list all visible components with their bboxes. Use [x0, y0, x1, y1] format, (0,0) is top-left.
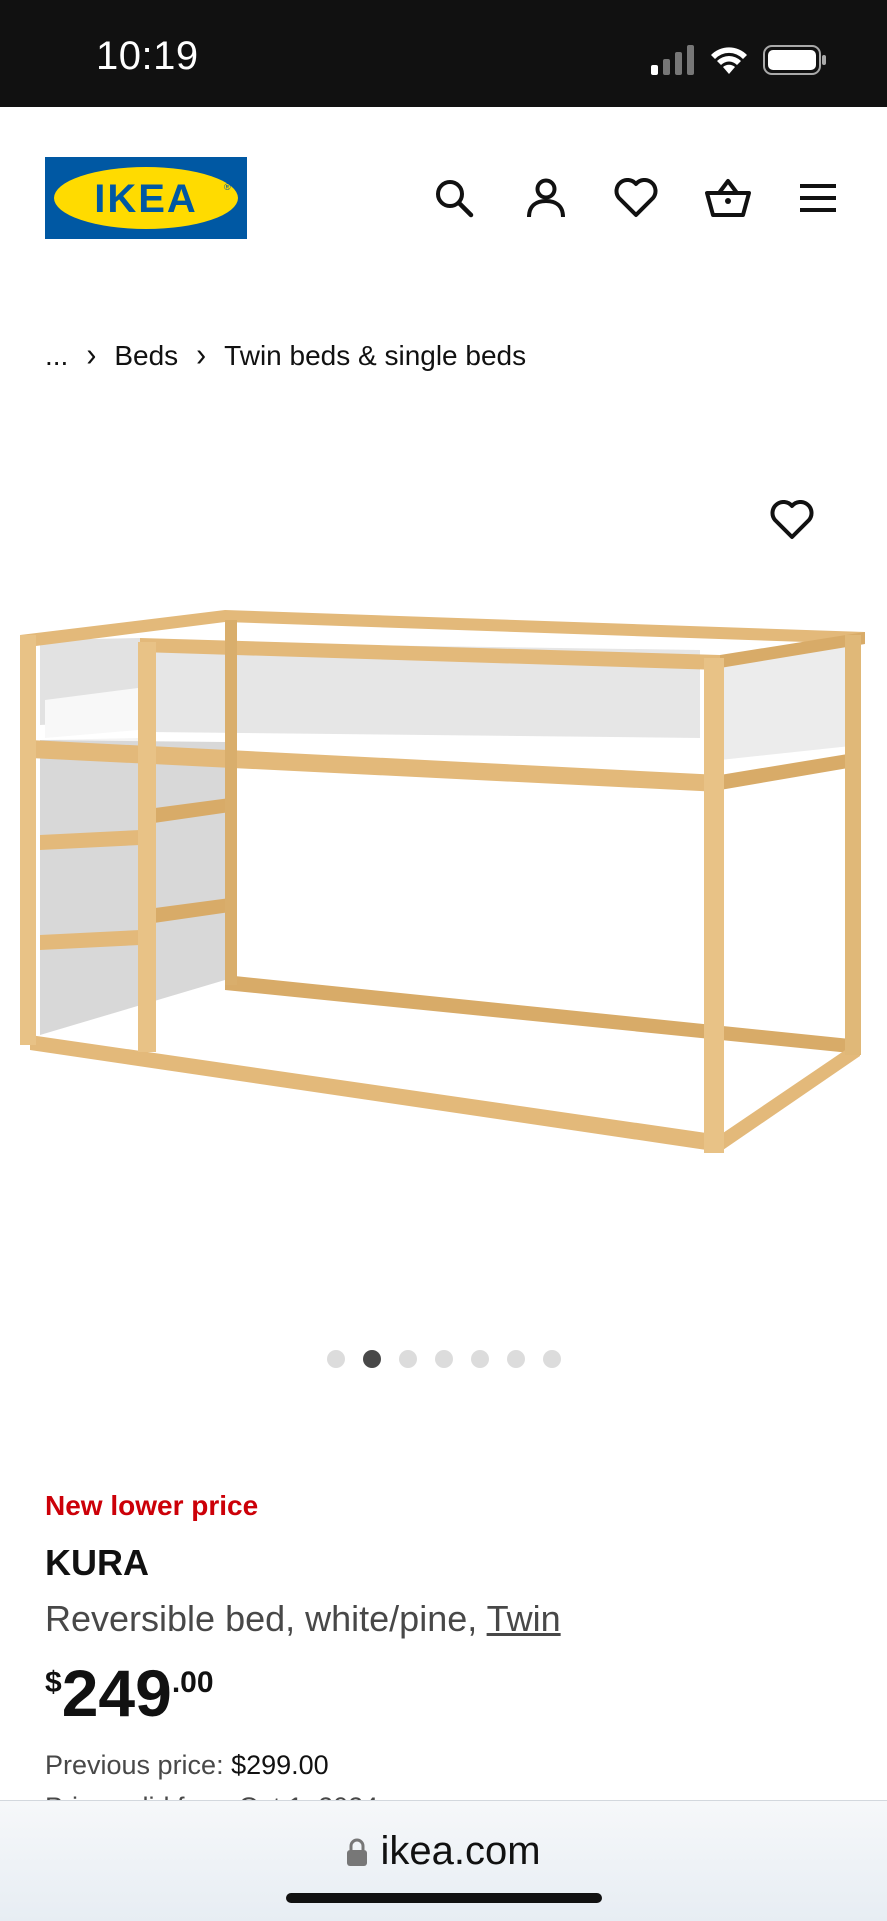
image-carousel-dots [0, 1350, 887, 1368]
url-text: ikea.com [380, 1829, 541, 1873]
cellular-signal-icon [651, 45, 694, 75]
product-description-text: Reversible bed, white/pine, [45, 1598, 487, 1639]
battery-icon [763, 45, 826, 75]
status-bar: 10:19 [0, 0, 887, 107]
account-icon[interactable] [520, 172, 572, 224]
svg-text:®: ® [224, 182, 231, 192]
previous-price-label: Previous price: [45, 1750, 232, 1780]
ikea-logo[interactable]: IKEA ® [45, 157, 247, 239]
browser-address-bar: ikea.com [0, 1800, 887, 1921]
cart-icon[interactable] [702, 172, 754, 224]
previous-price-amount: $299.00 [231, 1750, 329, 1780]
product-price: $249.00 [45, 1660, 214, 1726]
carousel-dot[interactable] [506, 1350, 525, 1368]
previous-price: Previous price: $299.00 [45, 1750, 329, 1781]
price-decimal: .00 [171, 1666, 214, 1699]
price-currency: $ [45, 1666, 62, 1699]
price-badge: New lower price [45, 1490, 259, 1521]
breadcrumb-item-beds[interactable]: Beds [114, 340, 178, 372]
product-description: Reversible bed, white/pine, Twin [45, 1598, 561, 1640]
wishlist-icon[interactable] [610, 172, 662, 224]
add-to-wishlist-heart-icon[interactable] [770, 500, 822, 552]
breadcrumb-item-twin-beds[interactable]: Twin beds & single beds [224, 340, 526, 372]
lock-icon [347, 1838, 368, 1866]
carousel-dot[interactable] [470, 1350, 489, 1368]
svg-text:IKEA: IKEA [94, 177, 198, 221]
search-icon[interactable] [428, 172, 480, 224]
breadcrumb: ... › Beds › Twin beds & single beds [45, 337, 526, 374]
product-name: KURA [45, 1542, 149, 1583]
price-integer: 249 [61, 1656, 172, 1730]
status-icons [651, 40, 827, 80]
chevron-right-icon: › [86, 337, 97, 374]
carousel-dot[interactable] [434, 1350, 453, 1368]
site-header: IKEA ® [0, 107, 887, 287]
menu-icon[interactable] [792, 172, 844, 224]
product-image[interactable] [0, 580, 887, 1180]
breadcrumb-item-more[interactable]: ... [45, 340, 68, 372]
url-field[interactable]: ikea.com [0, 1829, 887, 1874]
wifi-icon [711, 47, 747, 74]
status-time: 10:19 [96, 34, 199, 78]
carousel-dot-active[interactable] [362, 1350, 381, 1368]
chevron-right-icon: › [196, 337, 207, 374]
size-link[interactable]: Twin [487, 1598, 561, 1639]
carousel-dot[interactable] [326, 1350, 345, 1368]
home-indicator[interactable] [286, 1893, 602, 1903]
carousel-dot[interactable] [542, 1350, 561, 1368]
carousel-dot[interactable] [398, 1350, 417, 1368]
